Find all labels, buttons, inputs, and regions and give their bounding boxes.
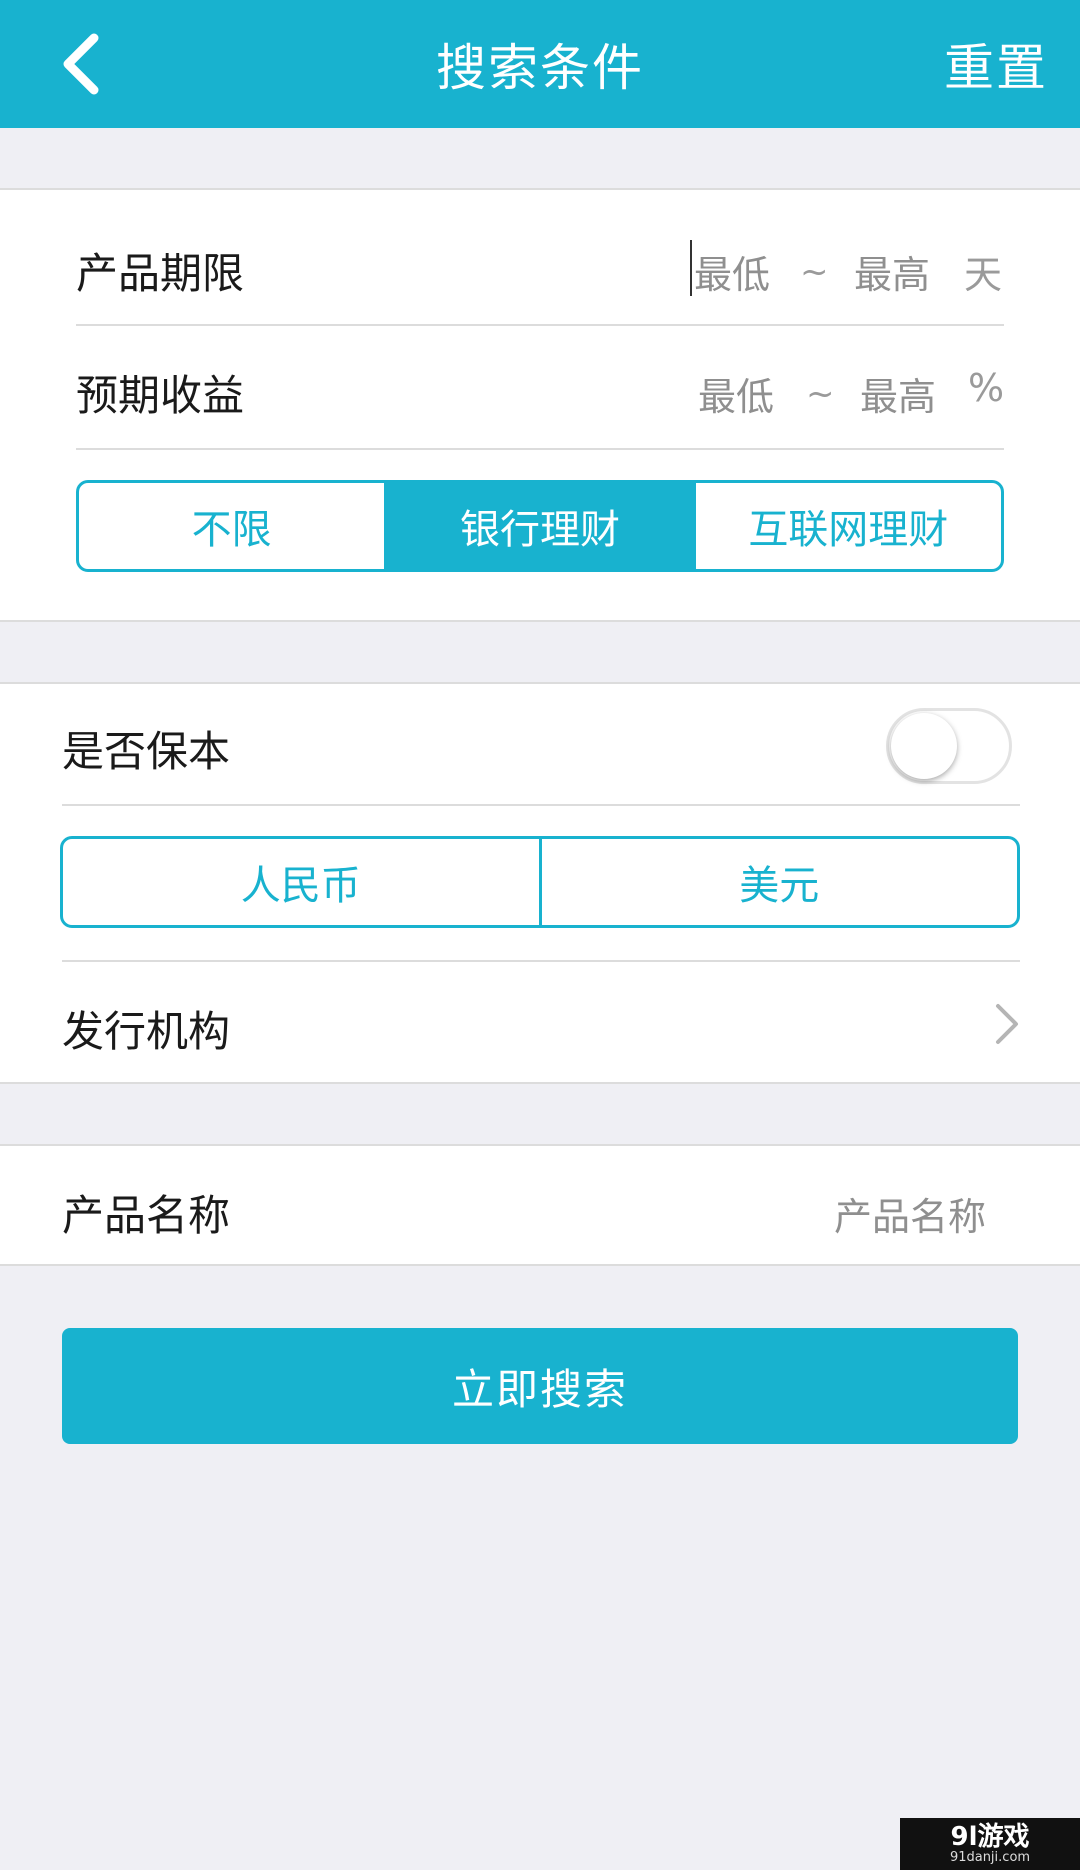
term-separator: ~ [800, 252, 829, 292]
term-unit: 天 [964, 253, 1003, 297]
yield-unit: % [968, 366, 1005, 410]
divider [76, 448, 1004, 450]
product-name-input[interactable]: 产品名称 [834, 1186, 986, 1241]
product-type-option-internet[interactable]: 互联网理财 [692, 483, 1001, 569]
chevron-right-icon [996, 1004, 1018, 1044]
search-button[interactable]: 立即搜索 [62, 1328, 1018, 1444]
currency-option-usd[interactable]: 美元 [538, 839, 1018, 925]
back-button[interactable] [40, 24, 120, 104]
text-cursor [690, 240, 692, 296]
principal-toggle[interactable] [886, 708, 1012, 784]
product-name-label: 产品名称 [62, 1191, 231, 1240]
product-type-segmented: 不限 银行理财 互联网理财 [76, 480, 1004, 572]
issuer-label: 发行机构 [62, 1007, 231, 1056]
currency-segmented: 人民币 美元 [60, 836, 1020, 928]
yield-max-input[interactable]: 最高 [860, 366, 936, 421]
divider [62, 804, 1020, 806]
principal-label: 是否保本 [62, 727, 231, 776]
reset-button[interactable]: 重置 [944, 0, 1048, 128]
product-type-option-bank[interactable]: 银行理财 [384, 483, 693, 569]
watermark-main: 9l游戏 [950, 1822, 1030, 1852]
divider [76, 324, 1004, 326]
yield-min-input[interactable]: 最低 [698, 366, 774, 421]
watermark-logo: 9l游戏 91danji.com [900, 1818, 1080, 1870]
header-bar [0, 0, 1080, 128]
currency-option-rmb[interactable]: 人民币 [63, 839, 539, 925]
term-label: 产品期限 [76, 249, 245, 298]
term-min-input[interactable]: 最低 [694, 244, 770, 299]
term-max-input[interactable]: 最高 [854, 244, 930, 299]
watermark-sub: 91danji.com [949, 1850, 1031, 1865]
yield-separator: ~ [806, 374, 835, 414]
yield-label: 预期收益 [76, 371, 245, 420]
chevron-left-icon [63, 33, 99, 95]
toggle-knob [891, 713, 957, 779]
product-type-option-unlimited[interactable]: 不限 [79, 483, 384, 569]
